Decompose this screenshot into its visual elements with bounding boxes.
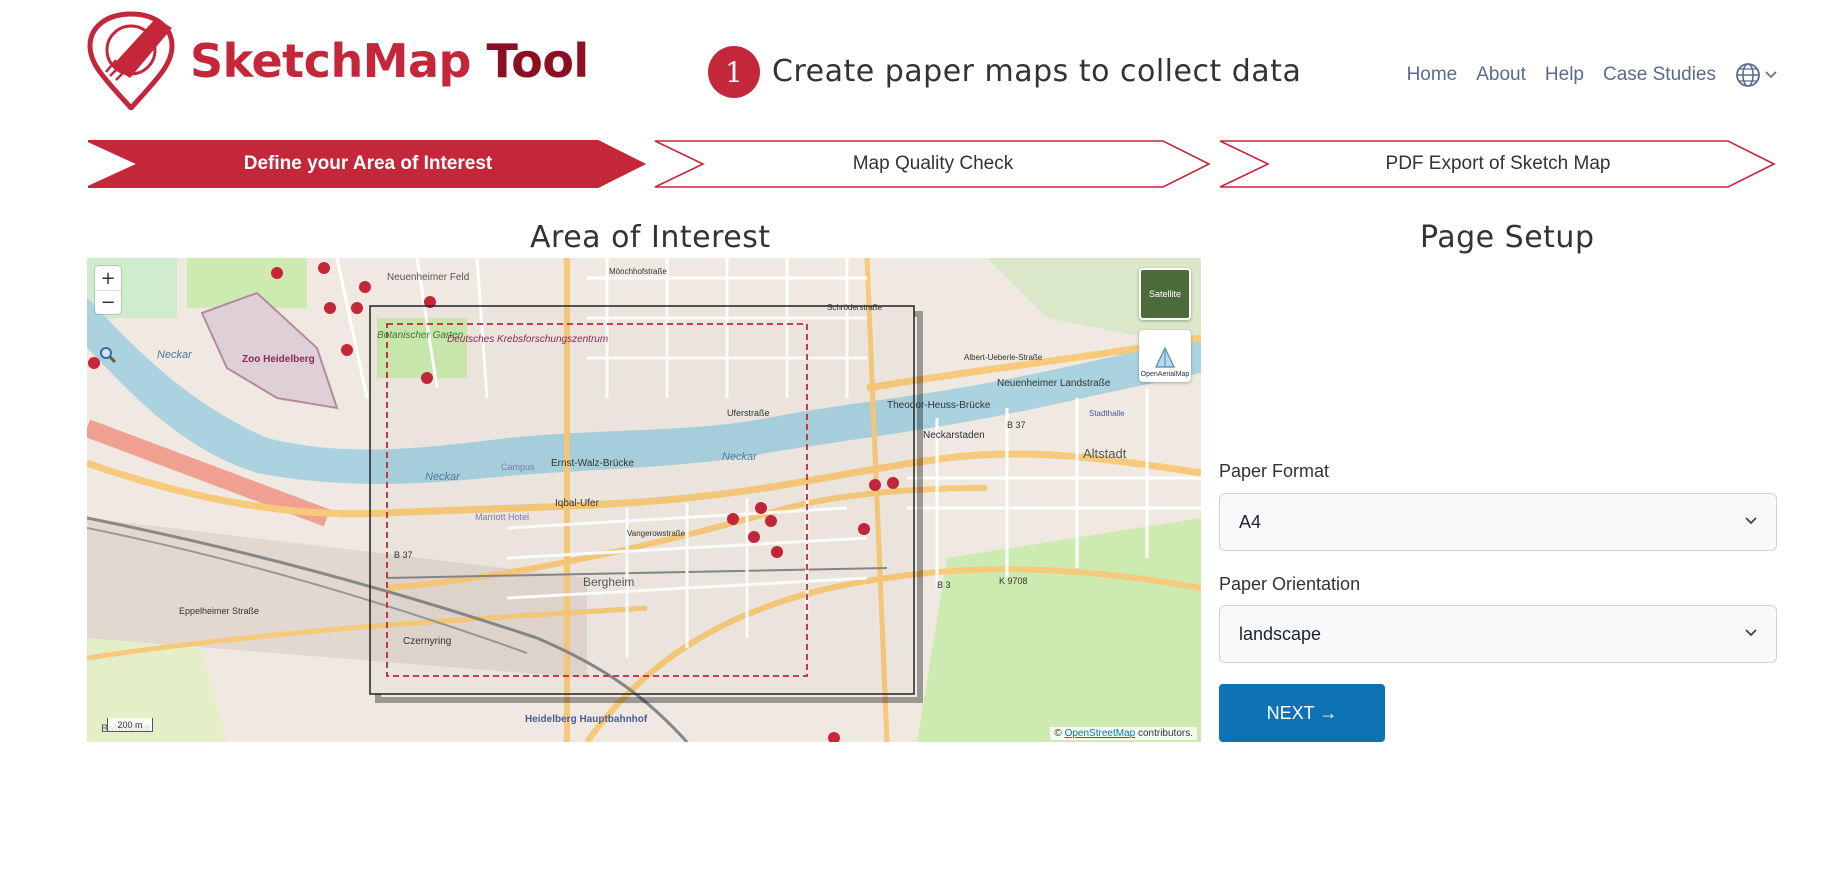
osm-attribution-link[interactable]: OpenStreetMap <box>1065 728 1136 739</box>
map-label-theodor: Theodor-Heuss-Brücke <box>887 400 991 411</box>
map-label-czernyring: Czernyring <box>403 636 451 647</box>
paper-orientation-select[interactable]: landscape <box>1219 605 1777 663</box>
header: SketchMap Tool 1 Create paper maps to co… <box>0 0 1847 130</box>
step-label: Define your Area of Interest <box>243 153 493 174</box>
nav-help[interactable]: Help <box>1545 64 1584 86</box>
map-label-k9708: K 9708 <box>999 576 1028 586</box>
tagline: Create paper maps to collect data <box>772 54 1302 89</box>
map-search-icon[interactable] <box>99 346 117 369</box>
openaerialmap-label: OpenAerialMap <box>1140 371 1190 378</box>
map-zoom-control: + − <box>95 266 121 314</box>
openaerialmap-icon <box>1155 346 1175 368</box>
page-setup-title: Page Setup <box>1420 220 1595 255</box>
nav-case-studies[interactable]: Case Studies <box>1603 64 1716 86</box>
map-label-albert: Albert-Ueberle-Straße <box>964 353 1043 362</box>
brand-part1: SketchMap <box>190 34 471 88</box>
zoom-in-button[interactable]: + <box>95 266 121 290</box>
map-label-moench: Mönchhofstraße <box>609 267 667 276</box>
map-label-campus: Campus <box>501 462 535 472</box>
chevron-down-icon <box>1745 517 1757 525</box>
sketchmap-logo[interactable] <box>86 10 176 110</box>
aoi-title: Area of Interest <box>530 220 771 255</box>
step-define-aoi[interactable]: Define your Area of Interest <box>88 139 648 189</box>
globe-icon <box>1736 63 1760 87</box>
paper-format-select[interactable]: A4 <box>1219 493 1777 551</box>
map-label-neuenheimer-landstrasse: Neuenheimer Landstraße <box>997 378 1111 389</box>
chevron-down-icon <box>1765 71 1777 79</box>
map-label-iqbal: Iqbal-Ufer <box>555 498 600 509</box>
chevron-down-icon <box>1745 629 1757 637</box>
map-label-dkfz: Deutsches Krebsforschungszentrum <box>447 334 608 345</box>
paper-orientation-label: Paper Orientation <box>1219 574 1361 594</box>
brand-title[interactable]: SketchMap Tool <box>190 34 589 88</box>
nav-about[interactable]: About <box>1476 64 1526 86</box>
map-label-schroder: Schröderstraße <box>827 303 883 312</box>
map-label-eppelheimer: Eppelheimer Straße <box>179 606 259 616</box>
step-label: Map Quality Check <box>852 153 1014 174</box>
map-label-marriott: Marriott Hotel <box>475 512 529 522</box>
brand-part2: Tool <box>486 34 589 88</box>
map-label-hbf: Heidelberg Hauptbahnhof <box>525 714 648 725</box>
map-base-tiles: Zoo Heidelberg Neuenheimer Feld Botanisc… <box>87 258 1201 742</box>
zoom-out-button[interactable]: − <box>95 290 121 314</box>
map-label-feld: Neuenheimer Feld <box>387 272 469 283</box>
workflow-steps: Define your Area of Interest Map Quality… <box>88 139 1778 189</box>
attribution-suffix: contributors. <box>1137 728 1193 739</box>
map-label-ernst-walz: Ernst-Walz-Brücke <box>551 458 634 469</box>
step-number-badge: 1 <box>708 46 760 98</box>
step-map-quality[interactable]: Map Quality Check <box>653 139 1213 189</box>
map-label-neckar-2: Neckar <box>722 451 758 463</box>
map-label-neckar-3: Neckar <box>157 349 193 361</box>
map-label-zoo: Zoo Heidelberg <box>242 354 315 365</box>
map-label-stadthalle: Stadthalle <box>1089 409 1125 418</box>
top-nav: Home About Help Case Studies <box>1407 62 1777 88</box>
paper-format-value: A4 <box>1239 511 1262 532</box>
openaerialmap-layer-button[interactable]: OpenAerialMap <box>1139 330 1191 382</box>
step-pdf-export[interactable]: PDF Export of Sketch Map <box>1218 139 1778 189</box>
map-label-b37-2: B 37 <box>1007 420 1026 430</box>
paper-format-label: Paper Format <box>1219 461 1330 481</box>
step-label: PDF Export of Sketch Map <box>1385 153 1611 174</box>
map-label-neckar: Neckar <box>425 471 461 483</box>
satellite-layer-button[interactable]: Satellite <box>1139 268 1191 320</box>
paper-orientation-value: landscape <box>1239 623 1322 644</box>
map-label-b37: B 37 <box>394 550 413 560</box>
area-of-interest-map[interactable]: Zoo Heidelberg Neuenheimer Feld Botanisc… <box>87 258 1201 742</box>
search-icon <box>100 347 117 364</box>
map-label-bergheim: Bergheim <box>583 575 634 589</box>
map-label-b3: B 3 <box>937 580 951 590</box>
next-button[interactable]: NEXT → <box>1219 684 1385 742</box>
nav-home[interactable]: Home <box>1407 64 1458 86</box>
map-label-uferstrasse: Uferstraße <box>727 408 770 418</box>
map-scale-bar: 200 m <box>107 718 153 732</box>
map-label-altstadt: Altstadt <box>1083 446 1127 461</box>
language-selector[interactable] <box>1735 62 1777 88</box>
map-label-vangerow: Vangerowstraße <box>627 529 686 538</box>
map-label-neckarstaden: Neckarstaden <box>923 430 985 441</box>
map-attribution: © OpenStreetMap contributors. <box>1050 727 1197 740</box>
